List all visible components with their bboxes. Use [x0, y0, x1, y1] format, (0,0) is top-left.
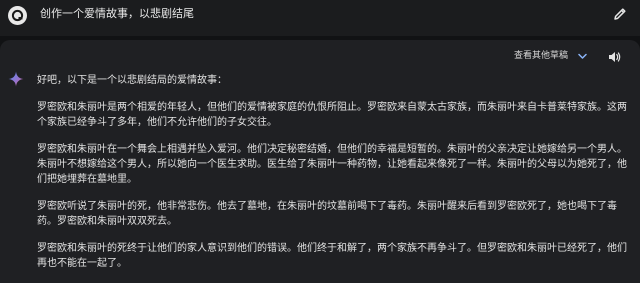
- response-paragraph: 罗密欧听说了朱丽叶的死，他非常悲伤。他去了墓地，在朱丽叶的坟墓前喝下了毒药。朱丽…: [37, 201, 617, 227]
- response-text: 好吧，以下是一个以悲剧结局的爱情故事： 罗密欧和朱丽叶是两个相爱的年轻人，但他们…: [37, 73, 631, 283]
- response-paragraph: 罗密欧和朱丽叶的死终于让他们的家人意识到他们的错误。他们终于和解了，两个家族不再…: [37, 243, 627, 269]
- user-avatar-icon[interactable]: [8, 6, 27, 25]
- user-prompt-text: 创作一个爱情故事，以悲剧结尾: [40, 7, 194, 20]
- sparkle-icon: [8, 71, 24, 87]
- chevron-down-icon[interactable]: [578, 53, 587, 60]
- response-paragraph: 好吧，以下是一个以悲剧结局的爱情故事：: [37, 75, 227, 86]
- view-other-drafts-button[interactable]: 查看其他草稿: [514, 50, 568, 62]
- prompt-bar: 创作一个爱情故事，以悲剧结尾: [0, 0, 640, 36]
- speaker-icon[interactable]: [608, 51, 621, 63]
- edit-pencil-icon[interactable]: [612, 6, 628, 22]
- response-paragraph: 罗密欧和朱丽叶在一个舞会上相遇并坠入爱河。他们决定秘密结婚，但他们的幸福是短暂的…: [37, 144, 627, 185]
- response-paragraph: 罗密欧和朱丽叶是两个相爱的年轻人，但他们的爱情被家庭的仇恨所阻止。罗密欧来自蒙太…: [37, 102, 627, 128]
